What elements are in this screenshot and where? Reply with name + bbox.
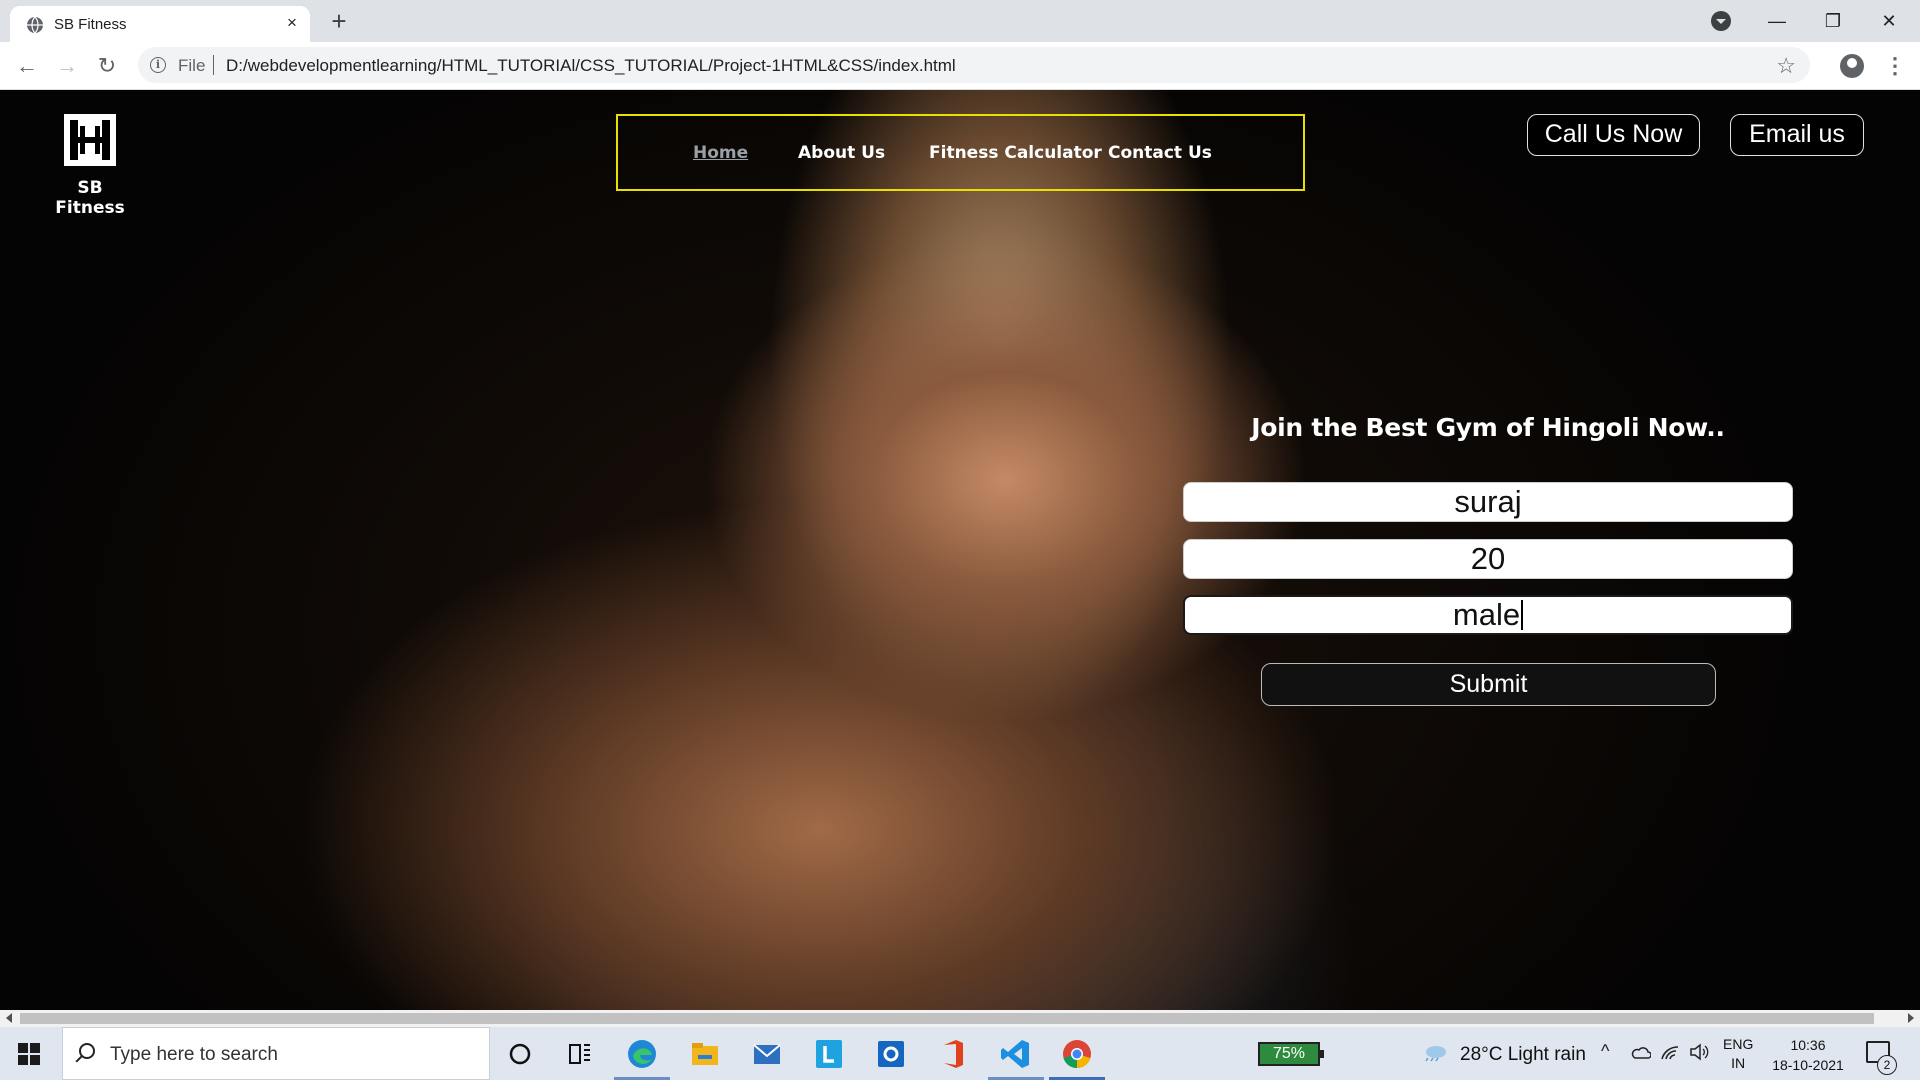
horizontal-scrollbar[interactable] bbox=[0, 1010, 1920, 1027]
l-app-icon[interactable] bbox=[812, 1037, 846, 1071]
close-window-button[interactable]: ✕ bbox=[1862, 6, 1916, 36]
volume-icon[interactable] bbox=[1689, 1043, 1709, 1061]
cloud-rain-icon bbox=[1425, 1046, 1446, 1062]
site-logo[interactable]: SB Fitness bbox=[42, 114, 138, 218]
language-indicator[interactable]: ENG IN bbox=[1723, 1035, 1753, 1073]
dumbbell-logo-icon bbox=[64, 114, 116, 166]
tab-close-icon[interactable]: × bbox=[281, 12, 303, 34]
windows-start-icon[interactable] bbox=[18, 1043, 40, 1065]
system-clock[interactable]: 10:36 18-10-2021 bbox=[1766, 1035, 1850, 1075]
browser-tab[interactable]: SB Fitness × bbox=[10, 6, 310, 42]
call-us-now-button[interactable]: Call Us Now bbox=[1527, 114, 1700, 156]
back-button[interactable]: ← bbox=[13, 52, 41, 80]
office-icon[interactable] bbox=[936, 1037, 970, 1071]
email-us-button[interactable]: Email us bbox=[1730, 114, 1864, 156]
clock-date: 18-10-2021 bbox=[1772, 1057, 1844, 1073]
address-bar[interactable]: i File D:/webdevelopmentlearning/HTML_TU… bbox=[138, 47, 1810, 83]
minimize-button[interactable]: — bbox=[1750, 6, 1804, 36]
search-placeholder: Type here to search bbox=[110, 1044, 278, 1065]
url-scheme: File bbox=[178, 56, 206, 75]
weather-text[interactable]: 28°C Light rain bbox=[1460, 1044, 1586, 1066]
new-tab-button[interactable]: + bbox=[325, 8, 353, 36]
tab-title: SB Fitness bbox=[54, 16, 127, 33]
nav-home[interactable]: Home bbox=[693, 143, 748, 163]
chrome-icon[interactable] bbox=[1060, 1037, 1094, 1071]
taskbar-search-box[interactable]: Type here to search bbox=[62, 1027, 490, 1080]
page-hero: SB Fitness Home About Us Fitness Calcula… bbox=[0, 90, 1920, 1010]
profile-icon[interactable] bbox=[1840, 54, 1864, 78]
nav-fitness-calculator[interactable]: Fitness Calculator bbox=[929, 143, 1102, 163]
wifi-icon[interactable] bbox=[1660, 1043, 1680, 1061]
info-icon[interactable]: i bbox=[150, 57, 166, 73]
scroll-right-icon[interactable] bbox=[1908, 1013, 1914, 1023]
nav-contact-us[interactable]: Contact Us bbox=[1108, 143, 1212, 163]
nav-about-us[interactable]: About Us bbox=[798, 143, 885, 163]
windows-taskbar: Type here to search 75% 28°C Light rain … bbox=[0, 1027, 1920, 1080]
reload-button[interactable]: ↻ bbox=[93, 52, 121, 80]
notification-count-badge: 2 bbox=[1877, 1055, 1897, 1075]
url-text[interactable]: D:/webdevelopmentlearning/HTML_TUTORIAl/… bbox=[226, 56, 956, 76]
globe-icon bbox=[27, 16, 43, 34]
text-caret bbox=[1521, 600, 1524, 630]
join-form-title: Join the Best Gym of Hingoli Now.. bbox=[1251, 413, 1725, 442]
region-code: IN bbox=[1731, 1055, 1746, 1071]
browser-tab-strip: SB Fitness × + — ❐ ✕ bbox=[0, 0, 1920, 42]
age-input[interactable]: 20 bbox=[1183, 539, 1793, 579]
restore-button[interactable]: ❐ bbox=[1806, 6, 1860, 36]
browser-toolbar: ← → ↻ i File D:/webdevelopmentlearning/H… bbox=[0, 42, 1920, 90]
search-icon bbox=[79, 1043, 95, 1059]
scroll-left-icon[interactable] bbox=[6, 1013, 12, 1023]
clock-time: 10:36 bbox=[1790, 1037, 1826, 1053]
vscode-icon[interactable] bbox=[998, 1037, 1032, 1071]
star-icon[interactable]: ☆ bbox=[1776, 53, 1796, 79]
chevron-up-icon[interactable]: ^ bbox=[1601, 1041, 1609, 1062]
submit-button[interactable]: Submit bbox=[1261, 663, 1716, 706]
task-view-icon[interactable] bbox=[563, 1037, 597, 1071]
cortana-icon[interactable] bbox=[503, 1037, 537, 1071]
edge-icon[interactable] bbox=[625, 1037, 659, 1071]
kebab-menu-icon[interactable]: ⋮ bbox=[1884, 52, 1906, 80]
gender-input[interactable]: male bbox=[1183, 595, 1793, 635]
forward-button[interactable]: → bbox=[53, 52, 81, 80]
onedrive-icon[interactable] bbox=[1631, 1045, 1651, 1059]
name-input[interactable]: suraj bbox=[1183, 482, 1793, 522]
battery-indicator[interactable]: 75% bbox=[1258, 1042, 1324, 1066]
gender-input-value: male bbox=[1452, 597, 1521, 632]
outlook-icon[interactable] bbox=[874, 1037, 908, 1071]
url-separator bbox=[213, 55, 214, 75]
brand-name: SB Fitness bbox=[55, 178, 125, 218]
mail-icon[interactable] bbox=[750, 1037, 784, 1071]
file-explorer-icon[interactable] bbox=[688, 1037, 722, 1071]
tab-search-icon[interactable] bbox=[1711, 11, 1731, 31]
scrollbar-thumb[interactable] bbox=[20, 1013, 1874, 1024]
lang-code: ENG bbox=[1723, 1036, 1754, 1052]
main-nav: Home About Us Fitness Calculator Contact… bbox=[616, 114, 1305, 191]
